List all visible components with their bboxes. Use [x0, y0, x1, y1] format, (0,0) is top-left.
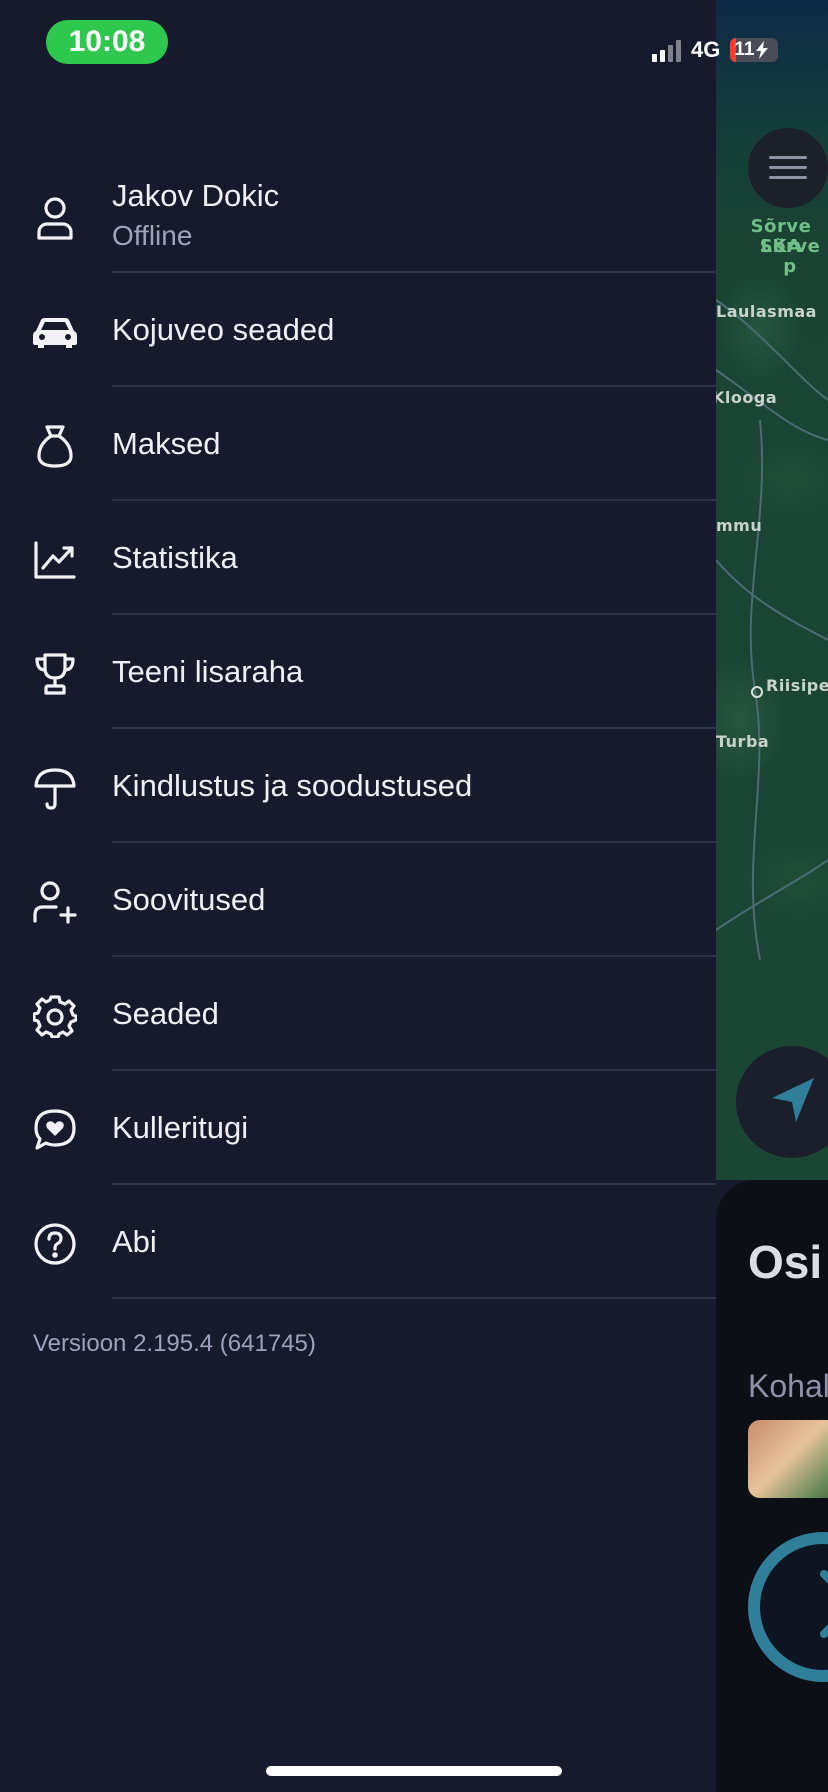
map-label: Riisipe — [766, 676, 828, 695]
chart-line-icon — [30, 535, 80, 585]
sheet-subtitle: Kohal — [748, 1368, 828, 1404]
map-label: Turba — [716, 732, 770, 751]
drawer-item-label: Maksed — [112, 426, 221, 461]
drawer-item-help[interactable]: Abi — [0, 1185, 716, 1299]
chat-heart-icon — [30, 1105, 80, 1155]
profile-status: Offline — [112, 220, 193, 251]
hamburger-menu-button[interactable] — [748, 128, 828, 208]
drawer-item-insurance[interactable]: Kindlustus ja soodustused — [0, 729, 716, 843]
status-indicators: 4G 11 — [652, 34, 779, 66]
status-time: 10:08 — [46, 20, 168, 64]
drawer-item-courier-support[interactable]: Kulleritugi — [0, 1071, 716, 1185]
user-plus-icon — [30, 877, 80, 927]
gear-icon — [30, 991, 80, 1041]
navigation-arrow-icon — [772, 1078, 814, 1122]
help-circle-icon — [30, 1219, 80, 1269]
home-indicator[interactable] — [266, 1766, 562, 1776]
drawer-item-label: Seaded — [112, 996, 219, 1031]
drawer-item-delivery-settings[interactable]: Kojuveo seaded — [0, 273, 716, 387]
battery-icon: 11 — [730, 38, 779, 62]
drawer-item-label: Teeni lisaraha — [112, 654, 304, 689]
drawer-item-earn-extra[interactable]: Teeni lisaraha — [0, 615, 716, 729]
drawer-item-label: Kojuveo seaded — [112, 312, 335, 347]
drawer-item-referrals[interactable]: Soovitused — [0, 843, 716, 957]
navigation-drawer: 10:08 4G 11 Jakov Dokic Offline Kojuveo … — [0, 0, 779, 1792]
umbrella-icon — [30, 763, 80, 813]
cellular-signal-icon — [652, 38, 681, 62]
chevron-right-icon — [820, 1570, 828, 1638]
drawer-profile[interactable]: Jakov Dokic Offline — [0, 159, 716, 273]
drawer-item-label: Soovitused — [112, 882, 266, 917]
map-label: Sõrve p — [759, 236, 821, 277]
car-icon — [30, 307, 80, 357]
sheet-title: Osi — [748, 1236, 823, 1288]
map-label: Laulasmaa — [716, 302, 817, 321]
hamburger-icon — [769, 156, 807, 179]
drawer-item-label: Kulleritugi — [112, 1110, 249, 1145]
battery-level: 11 — [734, 39, 755, 60]
promo-image-card[interactable] — [748, 1420, 828, 1498]
drawer-item-statistics[interactable]: Statistika — [0, 501, 716, 615]
map-label: mmu — [716, 516, 763, 535]
trophy-icon — [30, 649, 80, 699]
drawer-item-settings[interactable]: Seaded — [0, 957, 716, 1071]
drawer-item-payments[interactable]: Maksed — [0, 387, 716, 501]
map-label: Klooga — [712, 388, 778, 407]
app-version: Versioon 2.195.4 (641745) — [33, 1330, 316, 1357]
charging-bolt-icon — [756, 41, 769, 59]
drawer-item-label: Abi — [112, 1224, 157, 1259]
money-bag-icon — [30, 421, 80, 471]
user-icon — [30, 193, 80, 243]
drawer-item-label: Statistika — [112, 540, 238, 575]
drawer-item-label: Kindlustus ja soodustused — [112, 768, 473, 803]
divider — [112, 1297, 716, 1299]
profile-name: Jakov Dokic — [112, 178, 280, 213]
network-type: 4G — [691, 37, 721, 62]
